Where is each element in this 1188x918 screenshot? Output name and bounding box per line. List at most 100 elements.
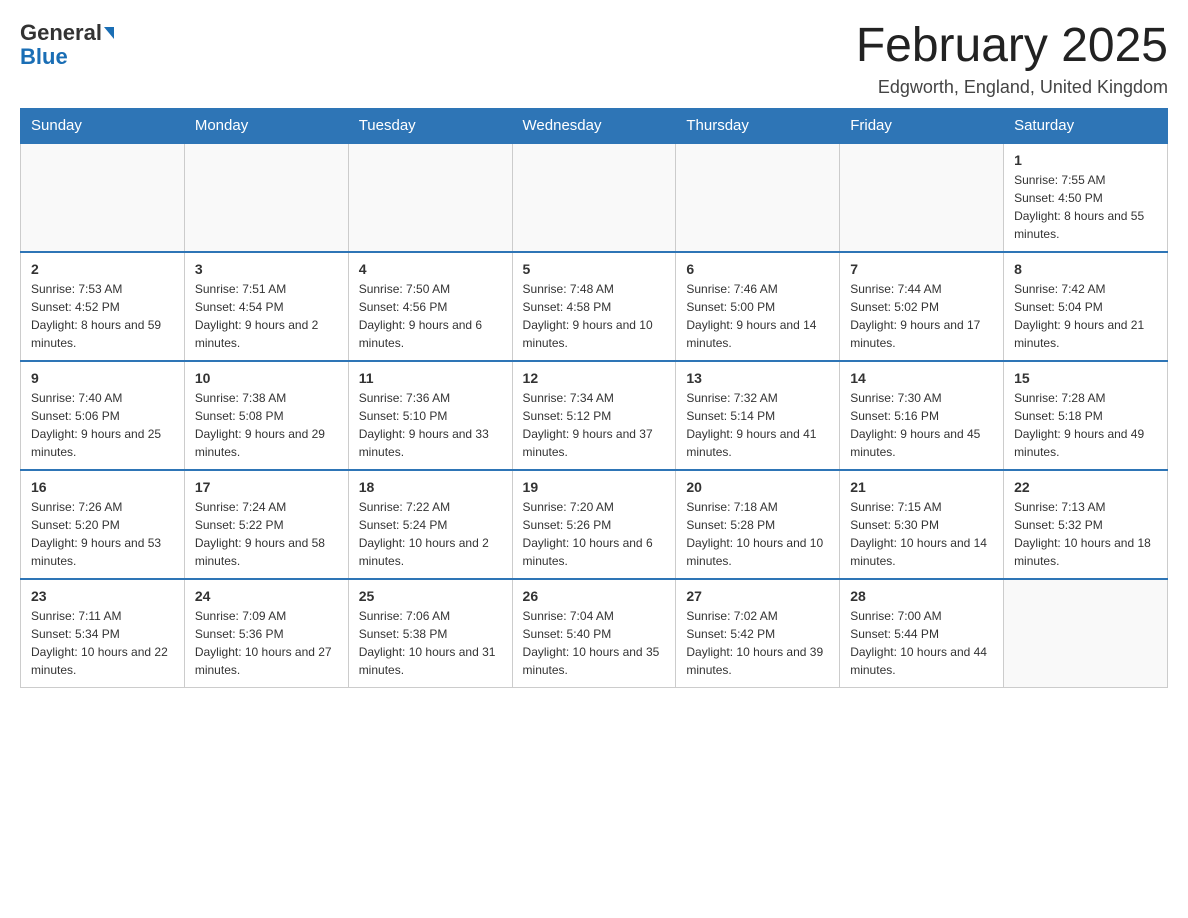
weekday-header-row: SundayMondayTuesdayWednesdayThursdayFrid…	[21, 108, 1168, 143]
calendar-cell: 25 Sunrise: 7:06 AM Sunset: 5:38 PM Dayli…	[348, 579, 512, 688]
logo: General Blue	[20, 20, 114, 70]
week-row-3: 9 Sunrise: 7:40 AM Sunset: 5:06 PM Daylig…	[21, 361, 1168, 470]
calendar-cell: 24 Sunrise: 7:09 AM Sunset: 5:36 PM Dayli…	[184, 579, 348, 688]
day-info: Sunrise: 7:13 AM Sunset: 5:32 PM Dayligh…	[1014, 498, 1157, 570]
calendar-cell: 21 Sunrise: 7:15 AM Sunset: 5:30 PM Dayli…	[840, 470, 1004, 579]
calendar-body: 1Sunrise: 7:55 AM Sunset: 4:50 PM Daylig…	[21, 143, 1168, 688]
day-number: 16	[31, 479, 174, 495]
day-number: 27	[686, 588, 829, 604]
day-number: 17	[195, 479, 338, 495]
day-number: 6	[686, 261, 829, 277]
calendar-cell: 11 Sunrise: 7:36 AM Sunset: 5:10 PM Dayli…	[348, 361, 512, 470]
calendar-cell	[21, 143, 185, 252]
logo-general: General	[20, 20, 114, 46]
weekday-header-tuesday: Tuesday	[348, 108, 512, 143]
calendar-cell: 17 Sunrise: 7:24 AM Sunset: 5:22 PM Dayli…	[184, 470, 348, 579]
day-info: Sunrise: 7:55 AM Sunset: 4:50 PM Dayligh…	[1014, 171, 1157, 243]
day-number: 11	[359, 370, 502, 386]
calendar-cell: 3Sunrise: 7:51 AM Sunset: 4:54 PM Daylig…	[184, 252, 348, 361]
day-number: 12	[523, 370, 666, 386]
day-info: Sunrise: 7:34 AM Sunset: 5:12 PM Dayligh…	[523, 389, 666, 461]
day-info: Sunrise: 7:42 AM Sunset: 5:04 PM Dayligh…	[1014, 280, 1157, 352]
page-header: General Blue February 2025 Edgworth, Eng…	[20, 20, 1168, 98]
day-number: 13	[686, 370, 829, 386]
day-number: 21	[850, 479, 993, 495]
calendar-cell: 5 Sunrise: 7:48 AM Sunset: 4:58 PM Daylig…	[512, 252, 676, 361]
calendar-cell: 9 Sunrise: 7:40 AM Sunset: 5:06 PM Daylig…	[21, 361, 185, 470]
day-number: 8	[1014, 261, 1157, 277]
day-number: 20	[686, 479, 829, 495]
location: Edgworth, England, United Kingdom	[856, 77, 1168, 98]
day-number: 15	[1014, 370, 1157, 386]
day-number: 2	[31, 261, 174, 277]
logo-arrow-icon	[104, 27, 114, 39]
calendar-cell: 27Sunrise: 7:02 AM Sunset: 5:42 PM Dayli…	[676, 579, 840, 688]
day-number: 5	[523, 261, 666, 277]
weekday-header-thursday: Thursday	[676, 108, 840, 143]
day-number: 22	[1014, 479, 1157, 495]
day-number: 10	[195, 370, 338, 386]
day-number: 28	[850, 588, 993, 604]
calendar-cell: 6 Sunrise: 7:46 AM Sunset: 5:00 PM Daylig…	[676, 252, 840, 361]
day-info: Sunrise: 7:22 AM Sunset: 5:24 PM Dayligh…	[359, 498, 502, 570]
day-info: Sunrise: 7:15 AM Sunset: 5:30 PM Dayligh…	[850, 498, 993, 570]
calendar-cell	[1004, 579, 1168, 688]
day-info: Sunrise: 7:04 AM Sunset: 5:40 PM Dayligh…	[523, 607, 666, 679]
day-number: 23	[31, 588, 174, 604]
week-row-1: 1Sunrise: 7:55 AM Sunset: 4:50 PM Daylig…	[21, 143, 1168, 252]
day-number: 7	[850, 261, 993, 277]
calendar-cell: 19 Sunrise: 7:20 AM Sunset: 5:26 PM Dayli…	[512, 470, 676, 579]
day-info: Sunrise: 7:11 AM Sunset: 5:34 PM Dayligh…	[31, 607, 174, 679]
calendar-cell	[840, 143, 1004, 252]
calendar-cell	[184, 143, 348, 252]
day-info: Sunrise: 7:38 AM Sunset: 5:08 PM Dayligh…	[195, 389, 338, 461]
day-info: Sunrise: 7:36 AM Sunset: 5:10 PM Dayligh…	[359, 389, 502, 461]
weekday-header-sunday: Sunday	[21, 108, 185, 143]
week-row-5: 23 Sunrise: 7:11 AM Sunset: 5:34 PM Dayli…	[21, 579, 1168, 688]
day-info: Sunrise: 7:24 AM Sunset: 5:22 PM Dayligh…	[195, 498, 338, 570]
title-section: February 2025 Edgworth, England, United …	[856, 20, 1168, 98]
day-info: Sunrise: 7:48 AM Sunset: 4:58 PM Dayligh…	[523, 280, 666, 352]
day-info: Sunrise: 7:44 AM Sunset: 5:02 PM Dayligh…	[850, 280, 993, 352]
day-number: 14	[850, 370, 993, 386]
calendar-cell: 8 Sunrise: 7:42 AM Sunset: 5:04 PM Daylig…	[1004, 252, 1168, 361]
calendar-table: SundayMondayTuesdayWednesdayThursdayFrid…	[20, 108, 1168, 688]
calendar-cell: 18Sunrise: 7:22 AM Sunset: 5:24 PM Dayli…	[348, 470, 512, 579]
calendar-cell: 23 Sunrise: 7:11 AM Sunset: 5:34 PM Dayli…	[21, 579, 185, 688]
day-info: Sunrise: 7:20 AM Sunset: 5:26 PM Dayligh…	[523, 498, 666, 570]
day-info: Sunrise: 7:53 AM Sunset: 4:52 PM Dayligh…	[31, 280, 174, 352]
day-info: Sunrise: 7:30 AM Sunset: 5:16 PM Dayligh…	[850, 389, 993, 461]
day-info: Sunrise: 7:09 AM Sunset: 5:36 PM Dayligh…	[195, 607, 338, 679]
day-number: 4	[359, 261, 502, 277]
calendar-cell	[348, 143, 512, 252]
calendar-header: SundayMondayTuesdayWednesdayThursdayFrid…	[21, 108, 1168, 143]
calendar-cell: 15 Sunrise: 7:28 AM Sunset: 5:18 PM Dayli…	[1004, 361, 1168, 470]
month-title: February 2025	[856, 20, 1168, 73]
weekday-header-monday: Monday	[184, 108, 348, 143]
calendar-cell: 4Sunrise: 7:50 AM Sunset: 4:56 PM Daylig…	[348, 252, 512, 361]
day-number: 9	[31, 370, 174, 386]
day-info: Sunrise: 7:28 AM Sunset: 5:18 PM Dayligh…	[1014, 389, 1157, 461]
logo-general-text: General	[20, 20, 102, 46]
day-info: Sunrise: 7:46 AM Sunset: 5:00 PM Dayligh…	[686, 280, 829, 352]
day-info: Sunrise: 7:06 AM Sunset: 5:38 PM Dayligh…	[359, 607, 502, 679]
weekday-header-friday: Friday	[840, 108, 1004, 143]
logo-blue-text: Blue	[20, 44, 68, 70]
calendar-cell: 20Sunrise: 7:18 AM Sunset: 5:28 PM Dayli…	[676, 470, 840, 579]
day-number: 26	[523, 588, 666, 604]
calendar-cell: 2 Sunrise: 7:53 AM Sunset: 4:52 PM Daylig…	[21, 252, 185, 361]
day-info: Sunrise: 7:40 AM Sunset: 5:06 PM Dayligh…	[31, 389, 174, 461]
calendar-cell: 26 Sunrise: 7:04 AM Sunset: 5:40 PM Dayli…	[512, 579, 676, 688]
day-number: 19	[523, 479, 666, 495]
calendar-cell: 14 Sunrise: 7:30 AM Sunset: 5:16 PM Dayli…	[840, 361, 1004, 470]
week-row-4: 16 Sunrise: 7:26 AM Sunset: 5:20 PM Dayli…	[21, 470, 1168, 579]
calendar-cell: 7 Sunrise: 7:44 AM Sunset: 5:02 PM Daylig…	[840, 252, 1004, 361]
day-number: 24	[195, 588, 338, 604]
calendar-cell	[676, 143, 840, 252]
calendar-cell: 22 Sunrise: 7:13 AM Sunset: 5:32 PM Dayli…	[1004, 470, 1168, 579]
day-info: Sunrise: 7:26 AM Sunset: 5:20 PM Dayligh…	[31, 498, 174, 570]
calendar-cell: 1Sunrise: 7:55 AM Sunset: 4:50 PM Daylig…	[1004, 143, 1168, 252]
day-number: 25	[359, 588, 502, 604]
calendar-cell: 10 Sunrise: 7:38 AM Sunset: 5:08 PM Dayli…	[184, 361, 348, 470]
day-number: 3	[195, 261, 338, 277]
